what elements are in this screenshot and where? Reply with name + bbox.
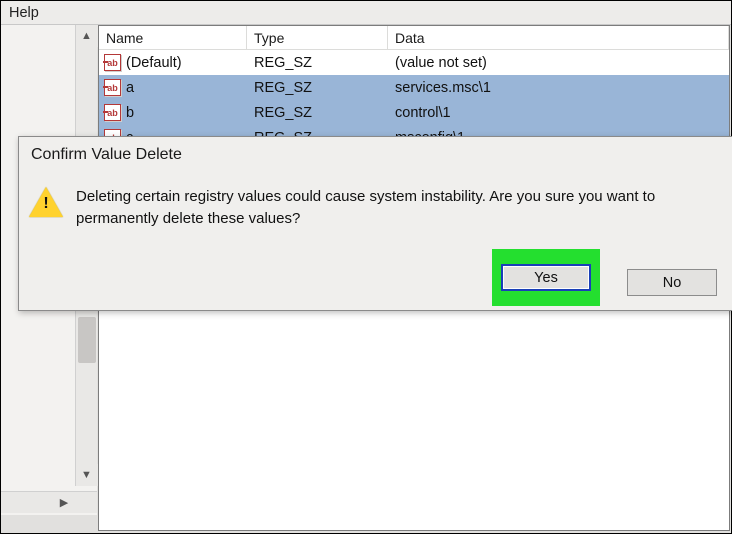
value-type: REG_SZ	[247, 80, 388, 96]
no-button[interactable]: No	[627, 269, 717, 296]
vertical-scroll-thumb[interactable]	[78, 317, 96, 363]
confirm-delete-dialog: Confirm Value Delete ! Deleting certain …	[18, 136, 732, 311]
dialog-message: Deleting certain registry values could c…	[76, 182, 723, 230]
value-type: REG_SZ	[247, 55, 388, 71]
menu-bar: Help	[1, 1, 731, 25]
value-data: control\1	[388, 105, 729, 121]
listview-header: Name Type Data	[99, 26, 729, 50]
value-name: (Default)	[126, 55, 182, 71]
menu-item-help[interactable]: Help	[3, 1, 45, 25]
table-row[interactable]: ab b REG_SZ control\1	[99, 100, 729, 125]
value-name: a	[126, 80, 134, 96]
value-data: services.msc\1	[388, 80, 729, 96]
column-header-data[interactable]: Data	[388, 26, 729, 49]
string-value-icon: ab	[104, 54, 121, 71]
dialog-title: Confirm Value Delete	[19, 137, 732, 172]
column-header-type[interactable]: Type	[247, 26, 388, 49]
string-value-icon: ab	[104, 79, 121, 96]
table-row[interactable]: ab (Default) REG_SZ (value not set)	[99, 50, 729, 75]
tutorial-highlight: Yes	[492, 249, 600, 306]
tree-horizontal-scrollbar[interactable]: ▶	[1, 491, 97, 513]
warning-icon: !	[29, 187, 62, 217]
value-name: b	[126, 105, 134, 121]
value-type: REG_SZ	[247, 105, 388, 121]
string-value-icon: ab	[104, 104, 121, 121]
table-row[interactable]: ab a REG_SZ services.msc\1	[99, 75, 729, 100]
scroll-down-icon[interactable]: ▼	[76, 464, 98, 486]
scroll-right-icon[interactable]: ▶	[53, 492, 75, 514]
value-data: (value not set)	[388, 55, 729, 71]
scroll-up-icon[interactable]: ▲	[76, 25, 98, 47]
column-header-name[interactable]: Name	[99, 26, 247, 49]
yes-button[interactable]: Yes	[501, 264, 591, 291]
